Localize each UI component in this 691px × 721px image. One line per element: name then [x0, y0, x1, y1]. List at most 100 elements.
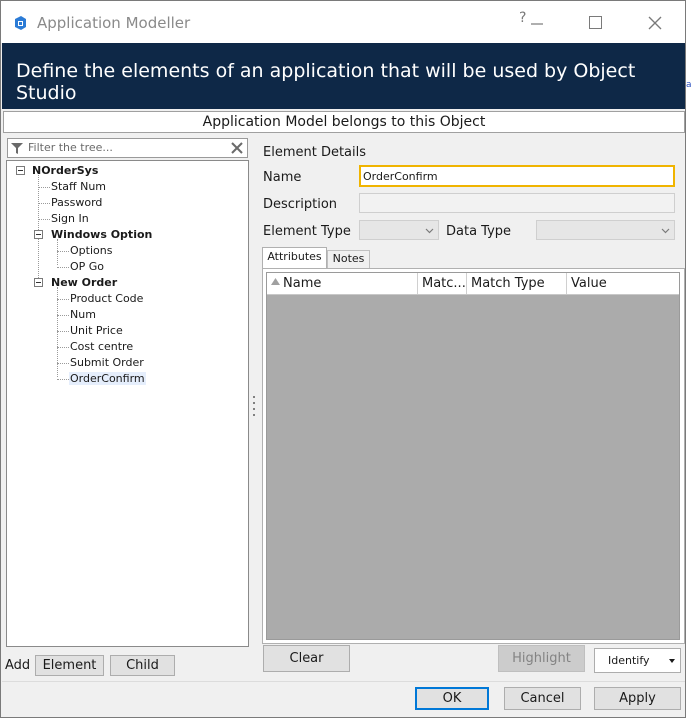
tree-item-label: New Order [51, 276, 118, 289]
tree-connector [57, 379, 69, 380]
footer-divider [2, 681, 685, 682]
description-label: Description [263, 197, 338, 212]
header-banner: Define the elements of an application th… [2, 43, 685, 109]
data-type-label: Data Type [446, 224, 512, 239]
maximize-icon[interactable] [589, 16, 602, 29]
banner-text: Define the elements of an application th… [16, 60, 636, 104]
tree-item-label: NOrderSys [32, 164, 99, 177]
tree-connector [57, 251, 69, 252]
add-label: Add [5, 658, 31, 673]
tab-notes[interactable]: Notes [327, 250, 370, 268]
tree-item-op-go[interactable]: OP Go [70, 259, 104, 274]
highlight-button[interactable]: Highlight [498, 645, 585, 672]
tree-filter-input[interactable]: Filter the tree... [7, 138, 248, 158]
tree-item-options[interactable]: Options [70, 243, 112, 258]
add-child-button[interactable]: Child [110, 655, 175, 676]
tree-item-product-code[interactable]: Product Code [70, 291, 143, 306]
filter-placeholder: Filter the tree... [28, 141, 113, 154]
object-strip-label: Application Model belongs to this Object [202, 114, 486, 130]
chevron-down-icon [661, 228, 670, 234]
tree-connector [57, 315, 69, 316]
application-modeller-window: Application Modeller ? Define the elemen… [0, 0, 686, 718]
dropdown-arrow-icon [669, 659, 675, 663]
clear-button[interactable]: Clear [263, 645, 350, 672]
tree-connector [57, 267, 69, 268]
attributes-grid[interactable]: Name Matc... Match Type Value [266, 272, 680, 640]
element-type-label: Element Type [263, 224, 351, 239]
column-label: Match Type [471, 276, 545, 291]
name-field[interactable]: OrderConfirm [359, 165, 675, 187]
tree-item-label: OP Go [70, 260, 105, 273]
tree-connector [57, 347, 69, 348]
add-element-button[interactable]: Element [35, 655, 104, 676]
column-label: Name [283, 276, 322, 291]
apply-button[interactable]: Apply [594, 687, 681, 710]
tree-item-staff-num[interactable]: Staff Num [51, 179, 106, 194]
tree-item-label: Sign In [51, 212, 89, 225]
tree-connector [38, 203, 50, 204]
clear-filter-icon[interactable] [230, 141, 244, 155]
tree-connector [38, 175, 39, 282]
element-tree[interactable]: NOrderSys Staff Num Password Sign In Win… [6, 160, 249, 647]
tree-item-unit-price[interactable]: Unit Price [70, 323, 123, 338]
tree-item-label: OrderConfirm [69, 372, 146, 385]
tree-item-label: Num [70, 308, 96, 321]
identify-label: Identify [608, 654, 650, 667]
tree-item-label: Staff Num [51, 180, 107, 193]
collapse-icon[interactable] [34, 278, 43, 287]
tree-item-submit-order[interactable]: Submit Order [70, 355, 144, 370]
data-type-select[interactable] [536, 220, 675, 240]
filter-icon [11, 143, 23, 154]
tree-connector [57, 299, 69, 300]
collapse-icon[interactable] [16, 166, 25, 175]
tree-connector [38, 187, 50, 188]
tree-item-cost-centre[interactable]: Cost centre [70, 339, 133, 354]
tree-item-label: Windows Option [51, 228, 153, 241]
tree-item-label: Password [51, 196, 103, 209]
column-value-header[interactable]: Value [567, 273, 679, 294]
tree-item-sign-in[interactable]: Sign In [51, 211, 89, 226]
grid-header: Name Matc... Match Type Value [267, 273, 679, 295]
tree-item-label: Unit Price [70, 324, 123, 337]
tree-item-label: Options [70, 244, 113, 257]
tree-item-windows-option[interactable]: Windows Option [51, 227, 152, 242]
name-label: Name [263, 170, 302, 185]
cancel-button[interactable]: Cancel [504, 687, 581, 710]
collapse-icon[interactable] [34, 230, 43, 239]
identify-dropdown-button[interactable]: Identify [594, 648, 681, 673]
title-bar[interactable]: Application Modeller ? [1, 1, 685, 43]
tab-attributes[interactable]: Attributes [262, 247, 327, 269]
column-match-type-header[interactable]: Match Type [467, 273, 567, 294]
tree-item-label: Submit Order [70, 356, 144, 369]
column-match-header[interactable]: Matc... [418, 273, 467, 294]
object-strip: Application Model belongs to this Object [3, 111, 685, 133]
tree-connector [38, 219, 50, 220]
tree-connector [57, 363, 69, 364]
tree-item-label: Product Code [70, 292, 144, 305]
chevron-down-icon [425, 228, 434, 234]
tree-item-order-confirm[interactable]: OrderConfirm [69, 371, 146, 386]
tree-item-num[interactable]: Num [70, 307, 96, 322]
tree-item-new-order[interactable]: New Order [51, 275, 117, 290]
attributes-panel: Name Matc... Match Type Value [262, 268, 685, 644]
column-name-header[interactable]: Name [267, 273, 418, 294]
element-type-select[interactable] [359, 220, 439, 240]
background-window-edge [686, 0, 691, 721]
close-icon[interactable] [647, 15, 663, 31]
window-title: Application Modeller [37, 14, 191, 32]
tree-connector [57, 239, 58, 265]
description-field[interactable] [359, 193, 675, 213]
column-label: Value [571, 276, 607, 291]
tree-item-norder-sys[interactable]: NOrderSys [32, 163, 98, 178]
tree-item-label: Cost centre [70, 340, 134, 353]
minimize-icon[interactable] [531, 17, 545, 31]
ok-button[interactable]: OK [415, 687, 489, 710]
sort-ascending-icon [271, 278, 280, 285]
background-window-text: a [686, 80, 691, 90]
tree-connector [57, 331, 69, 332]
app-icon [15, 16, 26, 30]
tree-item-password[interactable]: Password [51, 195, 102, 210]
panel-splitter-handle[interactable] [253, 396, 256, 422]
column-label: Matc... [422, 276, 466, 291]
element-details-heading: Element Details [263, 145, 367, 160]
